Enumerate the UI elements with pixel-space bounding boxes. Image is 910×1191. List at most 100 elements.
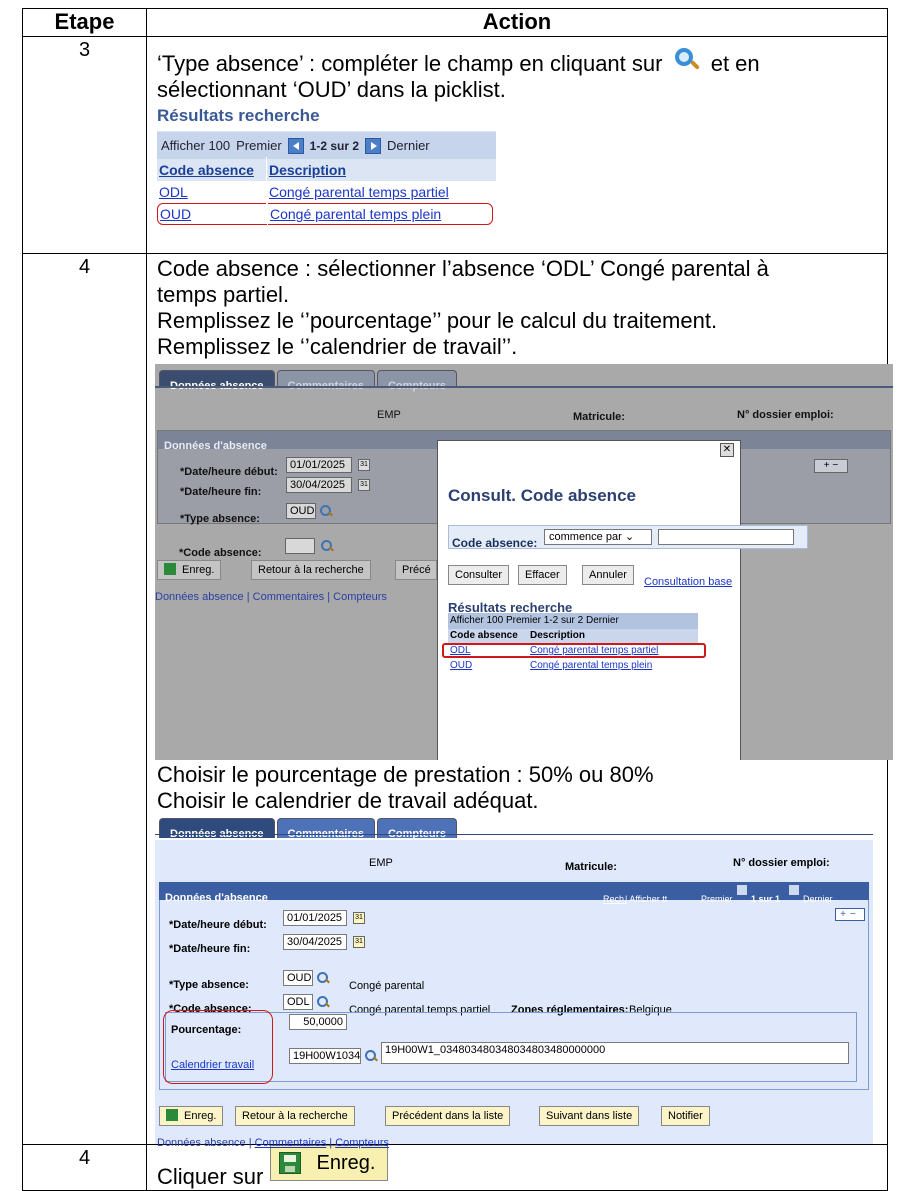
date-fin-field[interactable]: 30/04/2025	[286, 477, 352, 493]
table-row-highlighted[interactable]: OUD Congé parental temps plein	[157, 201, 493, 227]
code-link[interactable]: ODL	[448, 644, 530, 658]
calendar-icon[interactable]: 31	[353, 912, 365, 924]
search-icon	[673, 47, 701, 73]
step-number: 4	[22, 1144, 147, 1191]
prev-arrow-icon[interactable]	[287, 137, 304, 154]
step-action: Code absence : sélectionner l’absence ‘O…	[146, 253, 893, 1149]
add-remove-icon[interactable]: + −	[814, 459, 848, 473]
save-button[interactable]: Enreg.	[159, 1106, 224, 1126]
calendar-icon[interactable]: 31	[358, 459, 370, 471]
code-link[interactable]: OUD	[448, 659, 530, 673]
col-description[interactable]: Description	[269, 162, 346, 178]
desc-link[interactable]: Congé parental temps plein	[530, 660, 652, 671]
header-etape: Etape	[22, 8, 147, 37]
operator-select[interactable]: commence par ⌄	[544, 529, 652, 545]
type-absence-field[interactable]: OUD	[286, 503, 316, 519]
close-icon[interactable]: ✕	[720, 443, 734, 457]
matricule-label: Matricule:	[565, 861, 617, 873]
consulter-button[interactable]: Consulter	[448, 565, 510, 585]
modal-results-header: Code absence Description	[448, 629, 698, 643]
show-all-link[interactable]: Afficher 100	[161, 133, 230, 159]
results-title: Résultats recherche	[157, 106, 320, 125]
table-row[interactable]: OUD Congé parental temps plein	[448, 659, 698, 673]
footer-link-compteurs[interactable]: Compteurs	[335, 1137, 389, 1149]
code-absence-field[interactable]: ODL	[283, 994, 313, 1010]
instruction-table: Etape Action 3 ‘Type absence’ : compléte…	[22, 8, 893, 1191]
notify-button[interactable]: Notifier	[661, 1106, 710, 1126]
save-button[interactable]: Enreg.	[157, 560, 222, 580]
calendrier-desc-field[interactable]: 19H00W1_034803480348034803480000000	[381, 1042, 849, 1064]
step-text: et en	[710, 51, 760, 76]
col-code-absence[interactable]: Code absence	[159, 162, 254, 178]
tab-donnees-absence[interactable]: Données absence	[159, 370, 275, 392]
desc-link[interactable]: Congé parental temps plein	[270, 206, 441, 222]
results-nav: Afficher 100 Premier 1-2 sur 2 Dernier	[157, 131, 496, 159]
footer-links[interactable]: Données absence | Commentaires | Compteu…	[155, 584, 387, 610]
type-absence-label: *Type absence:	[169, 979, 249, 991]
premier-link[interactable]: Premier	[701, 886, 733, 912]
tab-commentaires[interactable]: Commentaires	[276, 370, 375, 392]
col-description[interactable]: Description	[530, 630, 585, 641]
prev-arrow-icon[interactable]	[737, 885, 747, 895]
calendrier-code-field[interactable]: 19H00W1034	[289, 1048, 361, 1064]
code-link[interactable]: ODL	[159, 184, 188, 200]
previous-button[interactable]: Précé	[395, 560, 437, 580]
lookup-modal: ✕ Consult. Code absence Code absence: co…	[437, 440, 808, 760]
calendrier-travail-link[interactable]: Calendrier travail	[171, 1052, 254, 1078]
date-debut-field[interactable]: 01/01/2025	[283, 910, 347, 926]
add-remove-icon[interactable]: +−	[835, 908, 865, 921]
search-icon[interactable]	[317, 996, 329, 1008]
next-arrow-icon[interactable]	[365, 137, 382, 154]
step-number: 4	[22, 253, 147, 1145]
step-action: ‘Type absence’ : compléter le champ en c…	[146, 36, 888, 254]
back-to-search-button[interactable]: Retour à la recherche	[235, 1106, 355, 1126]
code-absence-field[interactable]	[285, 538, 315, 554]
first-link[interactable]: Premier	[236, 133, 282, 159]
step-text: Code absence : sélectionner l’absence ‘O…	[157, 256, 769, 281]
modal-code-input[interactable]	[658, 529, 794, 545]
date-debut-field[interactable]: 01/01/2025	[286, 457, 352, 473]
search-icon[interactable]	[365, 1050, 377, 1062]
footer-link-donnees[interactable]: Données absence	[157, 1137, 246, 1149]
tab-compteurs[interactable]: Compteurs	[376, 818, 458, 840]
tab-commentaires[interactable]: Commentaires	[276, 818, 375, 840]
footer-link-commentaires[interactable]: Commentaires	[255, 1137, 327, 1149]
back-to-search-button[interactable]: Retour à la recherche	[251, 560, 371, 580]
table-row[interactable]: ODL Congé parental temps partiel	[157, 179, 496, 205]
code-link[interactable]: OUD	[160, 206, 191, 222]
search-icon[interactable]	[321, 540, 333, 552]
rech-link[interactable]: Rech.	[603, 886, 627, 912]
step-text: Choisir le pourcentage de prestation : 5…	[157, 762, 654, 787]
table-row[interactable]: ODL Congé parental temps partiel	[448, 644, 698, 658]
next-in-list-button[interactable]: Suivant dans liste	[539, 1106, 640, 1126]
header-action: Action	[146, 8, 888, 37]
emp-label: EMP	[377, 409, 401, 421]
effacer-button[interactable]: Effacer	[518, 565, 567, 585]
date-fin-field[interactable]: 30/04/2025	[283, 934, 347, 950]
search-icon[interactable]	[320, 505, 332, 517]
next-arrow-icon[interactable]	[789, 885, 799, 895]
type-absence-field[interactable]: OUD	[283, 970, 313, 986]
emp-label: EMP	[369, 857, 393, 869]
screenshot-lookup-modal: Données absence Commentaires Compteurs E…	[155, 364, 893, 760]
pourcentage-field[interactable]: 50,0000	[289, 1014, 347, 1030]
step-text: temps partiel.	[157, 282, 290, 307]
consultation-base-link[interactable]: Consultation base	[644, 569, 732, 595]
calendar-icon[interactable]: 31	[353, 936, 365, 948]
desc-link[interactable]: Congé parental temps partiel	[530, 645, 658, 656]
footer-links: Données absence | Commentaires | Compteu…	[157, 1137, 389, 1149]
tab-compteurs[interactable]: Compteurs	[376, 370, 458, 392]
desc-link[interactable]: Congé parental temps partiel	[269, 184, 449, 200]
annuler-button[interactable]: Annuler	[582, 565, 634, 585]
last-link[interactable]: Dernier	[387, 133, 430, 159]
dernier-link[interactable]: Dernier	[803, 886, 833, 912]
afficher-link[interactable]: | Afficher tt	[625, 886, 667, 912]
col-code-absence[interactable]: Code absence	[448, 629, 530, 643]
search-icon[interactable]	[317, 972, 329, 984]
step-text: Remplissez le ‘’calendrier de travail’’.	[157, 334, 518, 359]
tab-donnees-absence[interactable]: Données absence	[159, 818, 275, 840]
results-grid: Afficher 100 Premier 1-2 sur 2 Dernier C…	[157, 131, 496, 227]
calendar-icon[interactable]: 31	[358, 479, 370, 491]
step-text: sélectionnant ‘OUD’ dans la picklist.	[157, 77, 506, 102]
previous-in-list-button[interactable]: Précédent dans la liste	[385, 1106, 511, 1126]
